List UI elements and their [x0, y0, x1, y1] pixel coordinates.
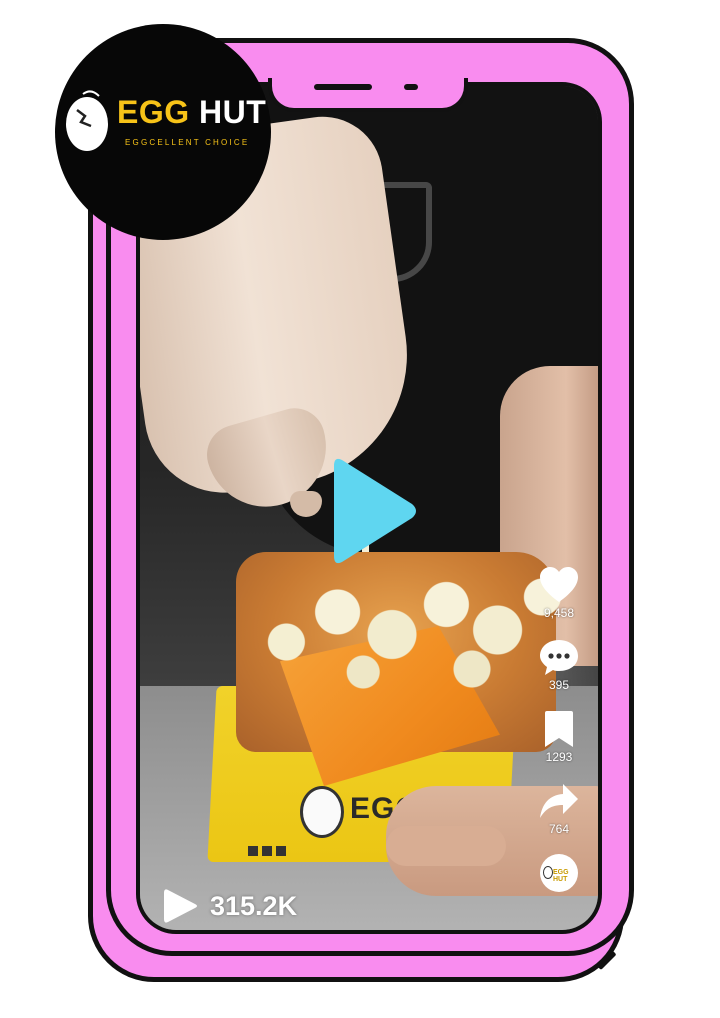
like-button[interactable]: 9,458 [534, 566, 584, 620]
bookmark-icon [545, 711, 573, 747]
front-camera [404, 84, 418, 90]
avatar-label: EGG HUT [553, 869, 569, 883]
holding-finger [386, 826, 506, 866]
share-icon [540, 784, 578, 818]
phone-notch [268, 78, 468, 112]
share-count: 764 [548, 822, 570, 836]
comment-icon [540, 640, 578, 675]
brand-name-egg: EGG [117, 94, 190, 130]
brand-tagline: EGGCELLENT CHOICE [125, 138, 250, 147]
promo-canvas: EGG H 9,458 [0, 0, 720, 1018]
box-egg-logo [300, 786, 344, 838]
comment-button[interactable]: 395 [534, 638, 584, 692]
mayo-topping [248, 552, 568, 702]
bookmark-button[interactable]: 1293 [534, 710, 584, 764]
brand-name-hut: HUT [199, 94, 267, 130]
action-rail: 9,458 395 1293 764 EGG HUT [534, 566, 584, 892]
view-count-group: 315.2K [164, 886, 297, 926]
view-count: 315.2K [210, 890, 298, 921]
box-social-icons [248, 846, 286, 856]
cracked-egg-icon [66, 90, 108, 151]
bookmark-count: 1293 [545, 750, 573, 764]
like-count: 9,458 [543, 606, 575, 620]
play-count-icon [164, 889, 197, 923]
comment-count: 395 [548, 678, 570, 692]
heart-icon [540, 567, 578, 602]
avatar-egg-icon [543, 866, 553, 879]
share-button[interactable]: 764 [534, 782, 584, 836]
brand-name: EGG HUT [117, 94, 266, 131]
profile-avatar[interactable]: EGG HUT [540, 854, 578, 892]
brand-logo-badge: EGG HUT EGGCELLENT CHOICE [55, 24, 271, 240]
speaker-grille [314, 84, 372, 90]
play-button-icon[interactable] [332, 456, 418, 566]
